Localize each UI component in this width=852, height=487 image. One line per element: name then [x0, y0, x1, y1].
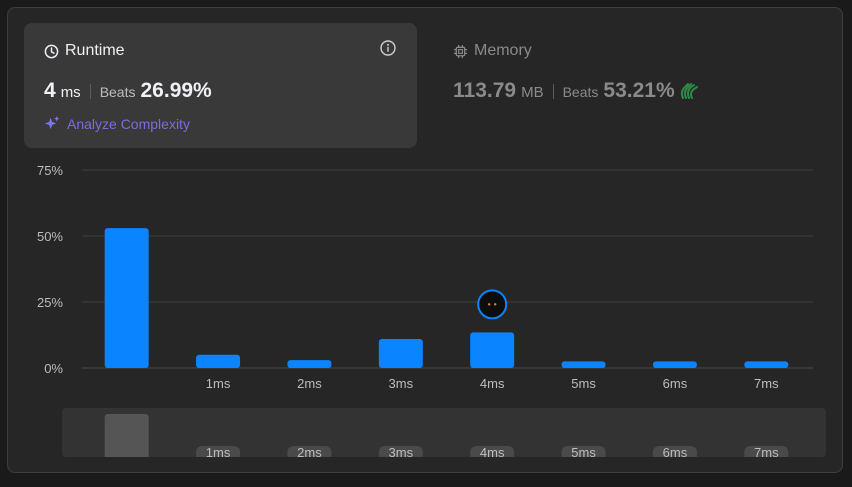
bar	[652, 361, 697, 368]
x-tick-label: 6ms	[663, 376, 688, 391]
y-tick-label: 0%	[44, 361, 63, 376]
y-tick-label: 75%	[37, 163, 63, 178]
x-tick-label: 7ms	[754, 376, 779, 391]
bar	[561, 361, 606, 368]
bar	[196, 354, 241, 368]
x-tick-label: 4ms	[480, 376, 505, 391]
x-tick-label: 2ms	[297, 376, 322, 391]
bar	[470, 332, 515, 368]
bar	[287, 360, 332, 368]
x-tick-label: 3ms	[389, 376, 414, 391]
overview-scrollbar[interactable]: 1ms 2ms 3ms 4ms 5ms 6ms 7ms	[62, 408, 826, 457]
bar	[744, 361, 789, 368]
x-tick-label: 1ms	[206, 376, 231, 391]
y-tick-label: 25%	[37, 295, 63, 310]
avatar-eye	[487, 303, 491, 306]
mini-x-label: 1ms	[206, 445, 231, 457]
x-tick-label: 5ms	[571, 376, 596, 391]
mini-bar	[104, 414, 149, 457]
bar	[378, 338, 423, 368]
overview-chart: 1ms 2ms 3ms 4ms 5ms 6ms 7ms	[104, 414, 789, 457]
avatar-eye	[493, 303, 497, 306]
mini-x-label: 2ms	[297, 445, 322, 457]
mini-x-label: 4ms	[480, 445, 505, 457]
mini-x-label: 5ms	[571, 445, 596, 457]
y-tick-label: 50%	[37, 229, 63, 244]
mini-x-label: 6ms	[663, 445, 688, 457]
user-avatar-marker	[477, 289, 508, 320]
mini-x-label: 3ms	[389, 445, 414, 457]
mini-x-label: 7ms	[754, 445, 779, 457]
bar	[104, 228, 149, 368]
